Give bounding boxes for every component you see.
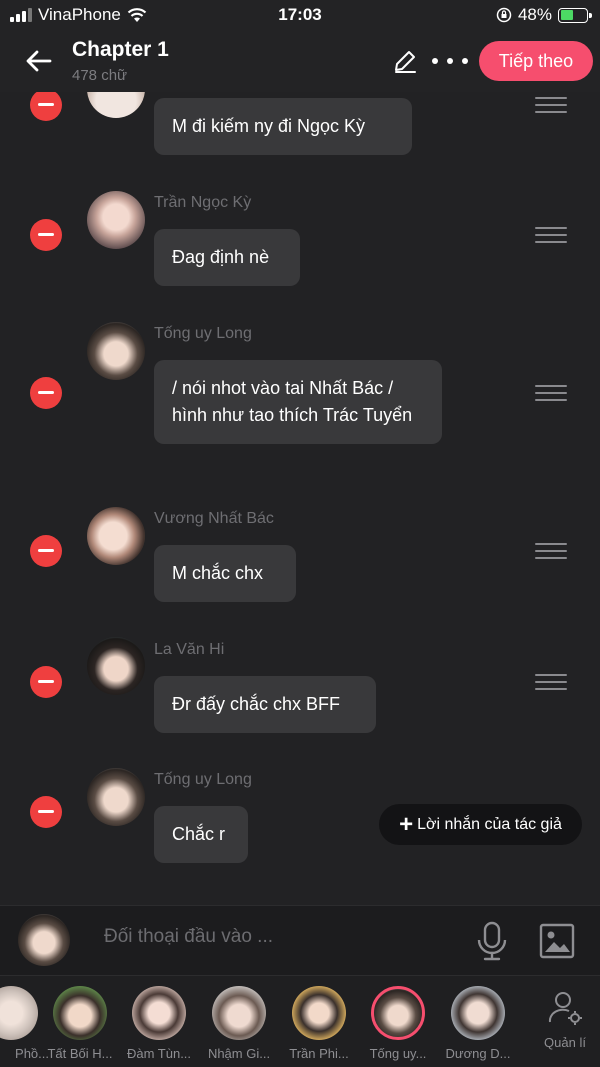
character-name: Đàm Tùn... <box>126 1046 192 1061</box>
character-item[interactable]: Đàm Tùn... <box>121 986 197 1061</box>
pencil-icon[interactable] <box>391 47 419 75</box>
drag-handle-icon[interactable] <box>535 227 567 243</box>
character-name: Nhậm Gi... <box>207 1046 271 1061</box>
character-item[interactable]: Dương D... <box>440 986 516 1061</box>
delete-message-button[interactable] <box>30 377 62 409</box>
avatar <box>87 191 145 249</box>
character-item-selected[interactable]: Tống uy... <box>360 986 436 1061</box>
drag-handle-icon[interactable] <box>535 97 567 113</box>
back-arrow-icon[interactable] <box>22 44 56 78</box>
message-bubble[interactable]: Đr đấy chắc chx BFF <box>154 676 376 733</box>
delete-message-button[interactable] <box>30 535 62 567</box>
avatar <box>87 637 145 695</box>
message-bubble[interactable]: Đag định nè <box>154 229 300 286</box>
avatar[interactable] <box>18 914 70 966</box>
drag-handle-icon[interactable] <box>535 543 567 559</box>
more-icon[interactable] <box>432 52 468 70</box>
word-count: 478 chữ <box>72 67 128 84</box>
delete-message-button[interactable] <box>30 666 62 698</box>
delete-message-button[interactable] <box>30 219 62 251</box>
avatar <box>371 986 425 1040</box>
chapter-title: Chapter 1 <box>72 38 169 61</box>
manage-label: Quản lí <box>544 1035 586 1050</box>
delete-message-button[interactable] <box>30 92 62 121</box>
message-bubble[interactable]: Chắc r <box>154 806 248 863</box>
character-name: Tống uy... <box>369 1046 427 1061</box>
character-bar: Phồ... Tất Bối H... Đàm Tùn... Nhậm Gi..… <box>0 975 600 1067</box>
avatar <box>87 92 145 118</box>
battery-percent: 48% <box>517 5 552 24</box>
avatar <box>87 322 145 380</box>
character-item[interactable]: Tất Bối H... <box>42 986 118 1061</box>
avatar <box>132 986 186 1040</box>
avatar <box>0 986 38 1040</box>
message-bubble[interactable]: M chắc chx <box>154 545 296 602</box>
avatar <box>212 986 266 1040</box>
character-name: Dương D... <box>445 1046 511 1061</box>
microphone-icon[interactable] <box>474 920 510 962</box>
drag-handle-icon[interactable] <box>535 385 567 401</box>
battery-icon <box>558 7 592 23</box>
message-bubble[interactable]: / nói nhot vào tai Nhất Bác / hình như t… <box>154 360 442 444</box>
status-bar: VinaPhone 17:03 48% <box>0 0 600 32</box>
rotation-lock-icon <box>496 7 512 23</box>
avatar <box>87 507 145 565</box>
character-item[interactable]: Nhậm Gi... <box>201 986 277 1061</box>
drag-handle-icon[interactable] <box>535 674 567 690</box>
character-name: Trần Phi... <box>289 1046 349 1061</box>
message-author: La Văn Hi <box>154 641 225 658</box>
plus-icon: + <box>399 810 414 838</box>
user-gear-icon <box>548 992 582 1025</box>
character-name: Tất Bối H... <box>47 1046 113 1061</box>
message-bubble[interactable]: M đi kiếm ny đi Ngọc Kỳ <box>154 98 412 155</box>
message-author: Tống uy Long <box>154 325 252 342</box>
character-item[interactable]: Trần Phi... <box>281 986 357 1061</box>
avatar <box>292 986 346 1040</box>
author-note-button[interactable]: + Lời nhắn của tác giả <box>379 804 582 845</box>
manage-characters-button[interactable]: Quản lí <box>540 990 590 1050</box>
avatar <box>87 768 145 826</box>
delete-message-button[interactable] <box>30 796 62 828</box>
avatar <box>53 986 107 1040</box>
message-author: Vương Nhất Bác <box>154 510 274 527</box>
dialogue-input[interactable]: Đối thoại đầu vào ... <box>104 926 273 948</box>
message-author: Trần Ngọc Kỳ <box>154 194 252 211</box>
image-icon[interactable] <box>538 922 576 960</box>
chat-list[interactable]: M đi kiếm ny đi Ngọc Kỳ Trần Ngọc Kỳ Đag… <box>0 92 600 905</box>
chapter-header: Chapter 1 478 chữ Tiếp theo <box>0 32 600 92</box>
next-chapter-button[interactable]: Tiếp theo <box>479 41 593 81</box>
avatar <box>451 986 505 1040</box>
status-right: 48% <box>496 5 592 25</box>
author-note-label: Lời nhắn của tác giả <box>417 815 562 833</box>
dialogue-input-bar: Đối thoại đầu vào ... <box>0 905 600 975</box>
message-author: Tống uy Long <box>154 771 252 788</box>
